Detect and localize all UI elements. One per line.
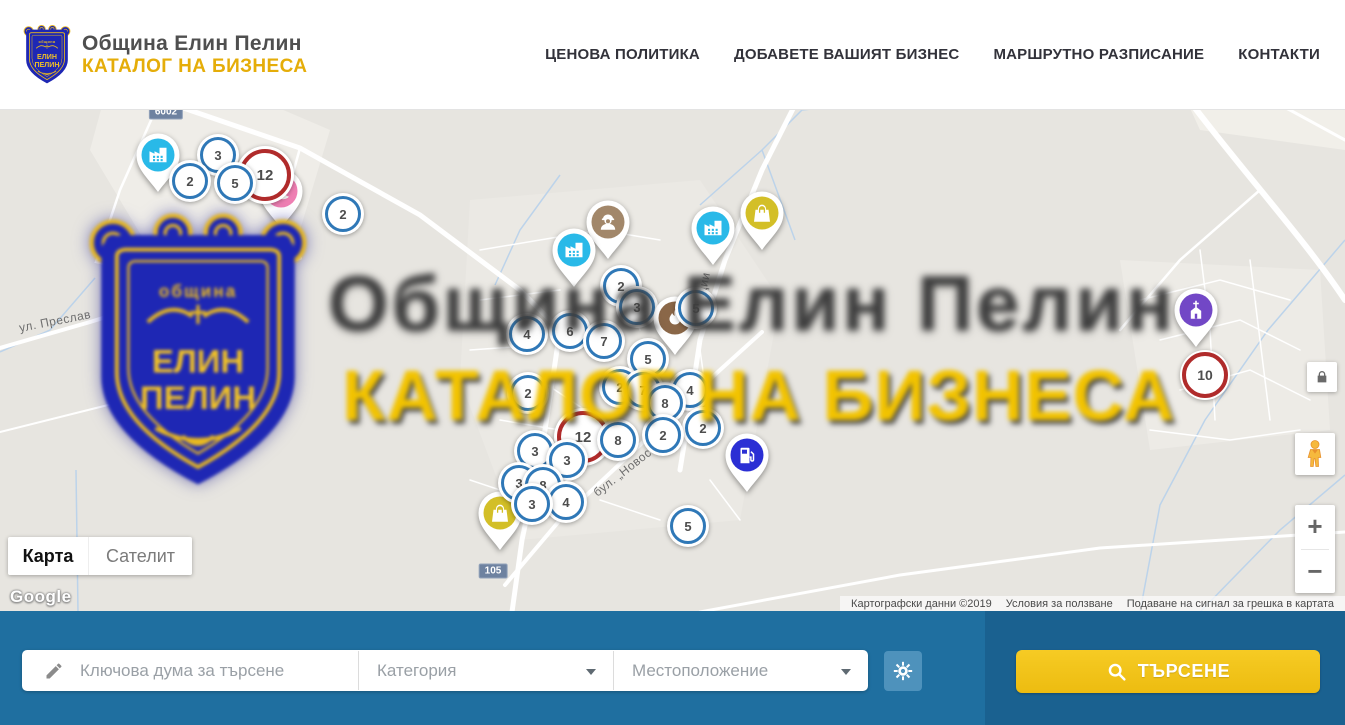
- site-title: Община Елин Пелин: [82, 32, 307, 56]
- map-attribution: Картографски данни ©2019 Условия за ползв…: [840, 596, 1345, 611]
- zoom-out-button[interactable]: −: [1295, 550, 1335, 594]
- category-select-value: Категория: [377, 661, 456, 681]
- nav-item[interactable]: ДОБАВЕТЕ ВАШИЯТ БИЗНЕС: [734, 46, 959, 63]
- map-marker-pin[interactable]: [722, 432, 772, 499]
- map-marker-cluster[interactable]: 4: [506, 313, 548, 355]
- map-marker-cluster[interactable]: 5: [675, 287, 717, 329]
- category-select[interactable]: Категория: [359, 650, 613, 691]
- map-marker-cluster[interactable]: 7: [583, 320, 625, 362]
- lock-icon: [1314, 369, 1330, 385]
- nav-item[interactable]: ЦЕНОВА ПОЛИТИКА: [545, 46, 700, 63]
- search-icon: [1106, 661, 1127, 682]
- pegman-button[interactable]: [1295, 433, 1335, 475]
- map-marker-cluster[interactable]: 2: [682, 407, 724, 449]
- nav-item[interactable]: МАРШРУТНО РАЗПИСАНИЕ: [993, 46, 1204, 63]
- search-bar: Категория Местоположение: [22, 650, 868, 691]
- brand[interactable]: Община Елин Пелин КАТАЛОГ НА БИЗНЕСА: [22, 24, 307, 86]
- church-icon: [1171, 287, 1221, 349]
- map[interactable]: 6002105ул. Преславбул. „Новоселции 32125…: [0, 110, 1345, 611]
- pencil-icon: [44, 661, 64, 681]
- municipality-crest-logo: [22, 24, 72, 86]
- map-marker-pin[interactable]: [549, 227, 599, 294]
- map-marker-cluster[interactable]: 3: [511, 483, 553, 525]
- keyword-segment: [22, 650, 358, 691]
- attribution-link[interactable]: Подаване на сигнал за грешка в картата: [1127, 598, 1334, 610]
- fuel-icon: [722, 432, 772, 494]
- search-button[interactable]: ТЪРСЕНЕ: [1016, 650, 1320, 693]
- map-type-map-button[interactable]: Карта: [8, 537, 88, 575]
- map-marker-cluster[interactable]: 8: [597, 419, 639, 461]
- map-marker-cluster[interactable]: 2: [322, 193, 364, 235]
- map-marker-pin[interactable]: [688, 205, 738, 272]
- location-select[interactable]: Местоположение: [614, 650, 868, 691]
- zoom-in-button[interactable]: +: [1295, 505, 1335, 549]
- lock-button[interactable]: [1307, 362, 1337, 392]
- map-marker-pin[interactable]: [1171, 287, 1221, 354]
- map-markers-layer: 32125223564752742822128333843510: [0, 110, 1345, 611]
- factory-icon: [688, 205, 738, 267]
- map-type-control: Карта Сателит: [8, 537, 192, 575]
- zoom-control: + −: [1295, 505, 1335, 593]
- keyword-search-input[interactable]: [78, 660, 312, 682]
- search-button-label: ТЪРСЕНЕ: [1138, 661, 1230, 682]
- header: Община Елин Пелин КАТАЛОГ НА БИЗНЕСА ЦЕН…: [0, 0, 1345, 110]
- map-marker-cluster[interactable]: 2: [169, 160, 211, 202]
- map-marker-cluster[interactable]: 2: [507, 372, 549, 414]
- chevron-down-icon: [586, 669, 596, 675]
- google-logo[interactable]: Google: [10, 587, 72, 607]
- chevron-down-icon: [841, 669, 851, 675]
- site-subtitle: КАТАЛОГ НА БИЗНЕСА: [82, 56, 307, 77]
- search-panel: Категория Местоположение: [0, 611, 1345, 725]
- nav-item[interactable]: КОНТАКТИ: [1238, 46, 1320, 63]
- map-marker-cluster[interactable]: 10: [1180, 350, 1230, 400]
- attribution-text: Картографски данни ©2019: [851, 598, 992, 610]
- map-marker-cluster[interactable]: 5: [214, 162, 256, 204]
- map-type-satellite-button[interactable]: Сателит: [88, 537, 192, 575]
- attribution-link[interactable]: Условия за ползване: [1006, 598, 1113, 610]
- pegman-icon: [1303, 439, 1327, 469]
- gear-icon: [892, 660, 914, 682]
- advanced-settings-button[interactable]: [884, 651, 922, 691]
- main-nav: ЦЕНОВА ПОЛИТИКА ДОБАВЕТЕ ВАШИЯТ БИЗНЕС МАР…: [545, 46, 1320, 63]
- factory-icon: [549, 227, 599, 289]
- map-marker-pin[interactable]: [737, 190, 787, 257]
- map-marker-cluster[interactable]: 5: [667, 505, 709, 547]
- location-select-value: Местоположение: [632, 661, 768, 681]
- shopping-bag-icon: [737, 190, 787, 252]
- map-marker-cluster[interactable]: 2: [642, 414, 684, 456]
